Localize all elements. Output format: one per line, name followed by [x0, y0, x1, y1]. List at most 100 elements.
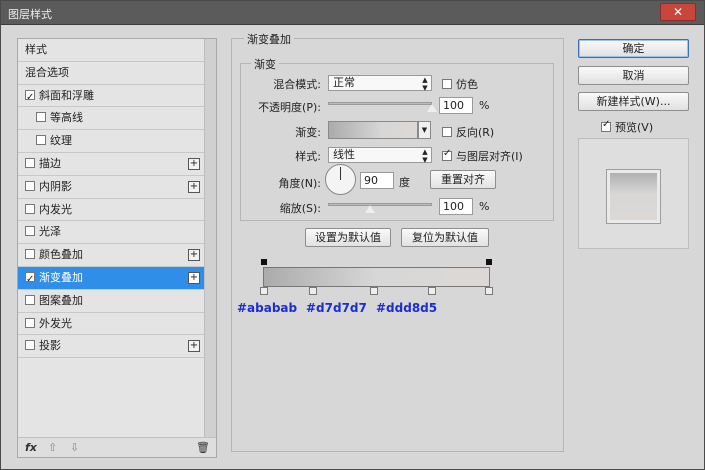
style-list-item-label: 内阴影: [39, 179, 72, 193]
style-checkbox[interactable]: [25, 226, 35, 237]
scale-slider-thumb[interactable]: [364, 205, 375, 213]
style-list-item[interactable]: 图案叠加: [18, 290, 204, 313]
title-bar[interactable]: 图层样式 ✕: [1, 1, 704, 25]
style-list-item[interactable]: 外发光: [18, 313, 204, 336]
gradient-group: 渐变 混合模式: 正常 ▲▼ 仿色 不透明度(P): 100 % 渐变: ▼ 反…: [240, 56, 554, 221]
opacity-stop-left[interactable]: [261, 259, 267, 265]
gradient-overlay-panel: 渐变叠加 渐变 混合模式: 正常 ▲▼ 仿色 不透明度(P): 100 % 渐变…: [231, 31, 564, 452]
style-list-item-label: 图案叠加: [39, 293, 83, 307]
preview-box: [578, 138, 689, 249]
style-label: 样式:: [295, 150, 321, 163]
dialog-title: 图层样式: [8, 8, 52, 21]
style-list-item[interactable]: 等高线: [18, 107, 204, 131]
style-checkbox[interactable]: [25, 157, 35, 168]
dither-label: 仿色: [456, 78, 478, 91]
reverse-checkbox-row[interactable]: 反向(R): [442, 124, 494, 140]
add-effect-icon[interactable]: +: [188, 340, 200, 353]
add-effect-icon[interactable]: +: [188, 271, 200, 284]
hex-label-2: #d7d7d7: [306, 301, 367, 315]
style-list-item-label: 描边: [39, 156, 61, 170]
opacity-slider-thumb[interactable]: [427, 104, 437, 112]
style-checkbox[interactable]: [36, 135, 46, 146]
trash-icon[interactable]: 🗑: [196, 441, 210, 454]
angle-input[interactable]: 90: [360, 172, 394, 189]
reset-default-button[interactable]: 复位为默认值: [401, 228, 489, 247]
style-list-item-label: 样式: [25, 43, 47, 56]
ok-button[interactable]: 确定: [578, 39, 689, 58]
layer-style-dialog: 图层样式 ✕ 样式混合选项斜面和浮雕等高线纹理描边 + 内阴影 + 内发光光泽颜色叠加 +…: [0, 0, 705, 470]
dither-checkbox[interactable]: [442, 79, 452, 89]
color-stop[interactable]: [370, 287, 378, 295]
gradient-swatch[interactable]: [328, 121, 418, 139]
add-effect-icon[interactable]: +: [188, 157, 200, 170]
style-list-item-label: 斜面和浮雕: [39, 88, 94, 102]
add-effect-icon[interactable]: +: [188, 180, 200, 193]
opacity-input[interactable]: 100: [439, 97, 473, 114]
reverse-label: 反向(R): [456, 126, 495, 139]
dither-checkbox-row[interactable]: 仿色: [442, 76, 478, 92]
scale-input[interactable]: 100: [439, 198, 473, 215]
style-list-item-label: 光泽: [39, 225, 61, 239]
reset-align-button[interactable]: 重置对齐: [430, 170, 496, 189]
blend-mode-label: 混合模式:: [273, 78, 321, 91]
scale-slider[interactable]: [328, 203, 432, 206]
style-checkbox[interactable]: [25, 249, 35, 260]
fx-icon[interactable]: fx: [25, 441, 37, 454]
style-list-item[interactable]: 描边 +: [18, 153, 204, 176]
style-list-item-label: 混合选项: [25, 65, 69, 79]
preview-swatch: [606, 169, 661, 224]
blend-mode-select[interactable]: 正常 ▲▼: [328, 75, 432, 92]
style-list-item[interactable]: 斜面和浮雕: [18, 85, 204, 109]
align-checkbox[interactable]: [442, 148, 452, 161]
style-list-item[interactable]: 样式: [18, 39, 204, 62]
preview-checkbox[interactable]: [601, 119, 611, 132]
gradient-editor: [260, 259, 493, 295]
close-button[interactable]: ✕: [660, 3, 696, 21]
style-checkbox[interactable]: [25, 340, 35, 351]
gradient-bar[interactable]: [263, 267, 490, 287]
hex-label-1: #ababab: [237, 301, 298, 315]
preview-checkbox-row[interactable]: 预览(V): [601, 119, 653, 135]
style-list-item-label: 等高线: [50, 111, 83, 125]
style-list-item-label: 内发光: [39, 202, 72, 216]
color-stop[interactable]: [309, 287, 317, 295]
make-default-button[interactable]: 设置为默认值: [305, 228, 391, 247]
style-list-item[interactable]: 纹理: [18, 130, 204, 153]
style-list-item[interactable]: 内发光: [18, 199, 204, 222]
section-title: 渐变叠加: [244, 31, 294, 47]
style-checkbox[interactable]: [25, 87, 35, 109]
scale-label: 缩放(S):: [279, 202, 321, 215]
add-effect-icon[interactable]: +: [188, 249, 200, 262]
style-checkbox[interactable]: [25, 203, 35, 214]
hex-label-3: #ddd8d5: [376, 301, 438, 315]
style-list-item[interactable]: 光泽: [18, 221, 204, 245]
reverse-checkbox[interactable]: [442, 127, 452, 137]
opacity-stop-right[interactable]: [486, 259, 492, 265]
style-checkbox[interactable]: [25, 294, 35, 305]
move-down-icon[interactable]: ⇩: [70, 441, 79, 454]
new-style-button[interactable]: 新建样式(W)...: [578, 92, 689, 111]
cancel-button[interactable]: 取消: [578, 66, 689, 85]
gradient-dropdown-icon[interactable]: ▼: [418, 121, 431, 139]
style-checkbox[interactable]: [25, 269, 35, 291]
align-checkbox-row[interactable]: 与图层对齐(I): [442, 148, 523, 164]
style-list-item[interactable]: 内阴影 +: [18, 176, 204, 199]
style-checkbox[interactable]: [25, 180, 35, 191]
move-up-icon[interactable]: ⇧: [48, 441, 57, 454]
style-select[interactable]: 线性 ▲▼: [328, 147, 432, 164]
list-scrollbar[interactable]: [204, 39, 216, 439]
style-list-item[interactable]: 投影 +: [18, 335, 204, 359]
opacity-slider[interactable]: [328, 102, 432, 105]
angle-label: 角度(N):: [278, 177, 321, 190]
color-stop[interactable]: [260, 287, 268, 295]
style-list-item[interactable]: 混合选项: [18, 62, 204, 85]
style-list-item[interactable]: 颜色叠加 +: [18, 244, 204, 267]
angle-dial[interactable]: [325, 164, 356, 195]
style-list-item-label: 纹理: [50, 134, 72, 148]
style-list-item[interactable]: 渐变叠加 +: [18, 266, 204, 291]
color-stop[interactable]: [485, 287, 493, 295]
blend-mode-value: 正常: [333, 76, 355, 89]
style-checkbox[interactable]: [25, 317, 35, 328]
color-stop[interactable]: [428, 287, 436, 295]
style-checkbox[interactable]: [36, 112, 46, 123]
